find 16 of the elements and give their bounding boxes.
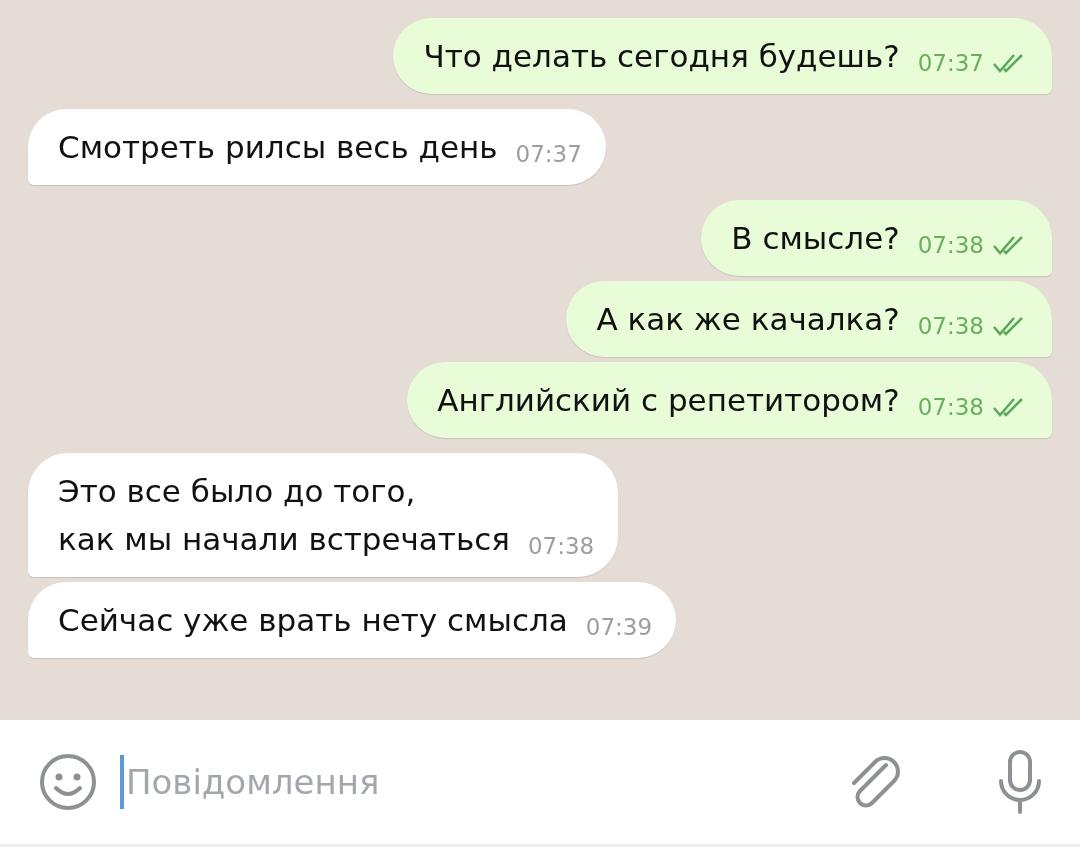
message-time: 07:38 <box>917 312 984 341</box>
message-time: 07:38 <box>527 532 595 561</box>
message-time: 07:37 <box>515 140 582 169</box>
message-text: Смотреть рилсы весь день <box>58 128 498 167</box>
message-time: 07:38 <box>917 231 984 260</box>
message-time: 07:38 <box>917 393 984 422</box>
microphone-icon[interactable] <box>996 749 1044 815</box>
message-text: Сейчас уже врать нету смысла <box>58 601 568 640</box>
message-time: 07:39 <box>585 613 653 642</box>
message-text: Английский с репетитором? <box>437 381 900 420</box>
message-text: Это все было до того, как мы начали встречаться <box>58 472 510 559</box>
message-text: Что делать сегодня будешь? <box>423 37 900 76</box>
message-text: А как же качалка? <box>596 300 900 339</box>
message-text: В смысле? <box>731 219 900 258</box>
emoji-icon[interactable] <box>38 752 98 812</box>
message-time: 07:37 <box>917 49 984 78</box>
